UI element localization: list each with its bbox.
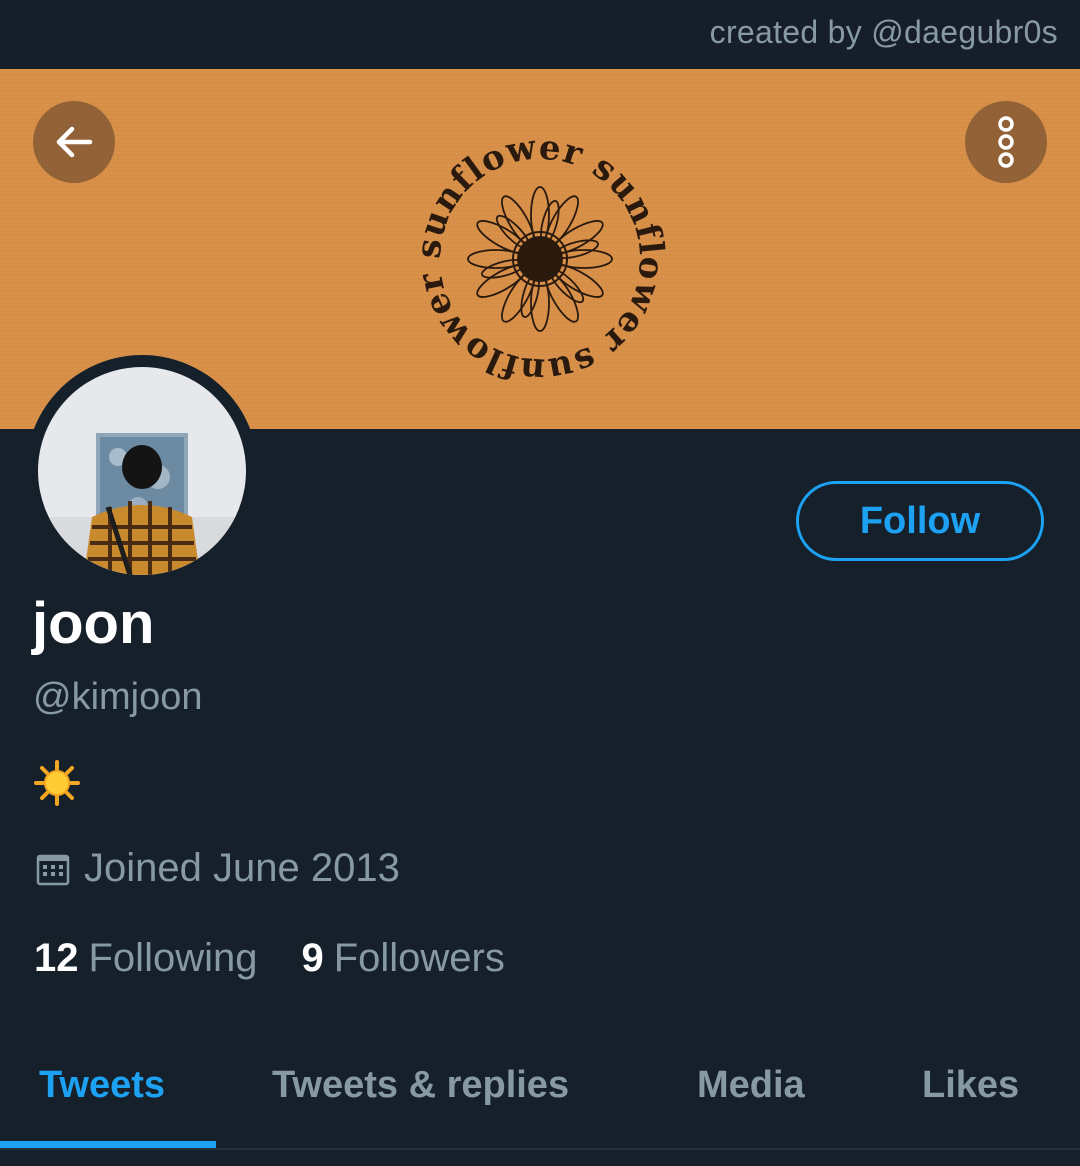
creator-credit: created by @daegubr0s [709,14,1058,50]
top-bar: created by @daegubr0s [0,0,1080,69]
followers-label[interactable]: Followers [334,936,505,981]
following-count[interactable]: 12 [34,936,79,981]
follow-stats: 12 Following 9 Followers [34,936,505,981]
more-vertical-icon [998,116,1014,168]
tab-tweets-replies[interactable]: Tweets & replies [272,1064,569,1107]
back-button[interactable] [33,101,115,183]
sunflower-logo: sunflower sunflower sunflower [409,127,671,390]
tabs-divider [0,1148,1080,1150]
joined-label: Joined June 2013 [84,846,400,890]
sun-emoji [34,760,80,806]
followers-count[interactable]: 9 [301,936,323,981]
tab-media[interactable]: Media [697,1064,805,1107]
tab-tweets[interactable]: Tweets [39,1064,165,1107]
tab-likes[interactable]: Likes [922,1064,1019,1107]
active-tab-indicator [0,1141,216,1148]
following-label[interactable]: Following [89,936,258,981]
arrow-left-icon [56,126,93,158]
joined-date: Joined June 2013 [36,846,400,891]
calendar-icon [36,854,70,885]
follow-button[interactable]: Follow [796,481,1044,561]
profile-name: joon [32,591,155,656]
avatar-frame[interactable] [26,355,258,587]
profile-handle: @kimjoon [33,676,203,718]
profile-tabs: Tweets Tweets & replies Media Likes [0,1040,1080,1166]
more-options-button[interactable] [965,101,1047,183]
avatar [38,367,246,575]
